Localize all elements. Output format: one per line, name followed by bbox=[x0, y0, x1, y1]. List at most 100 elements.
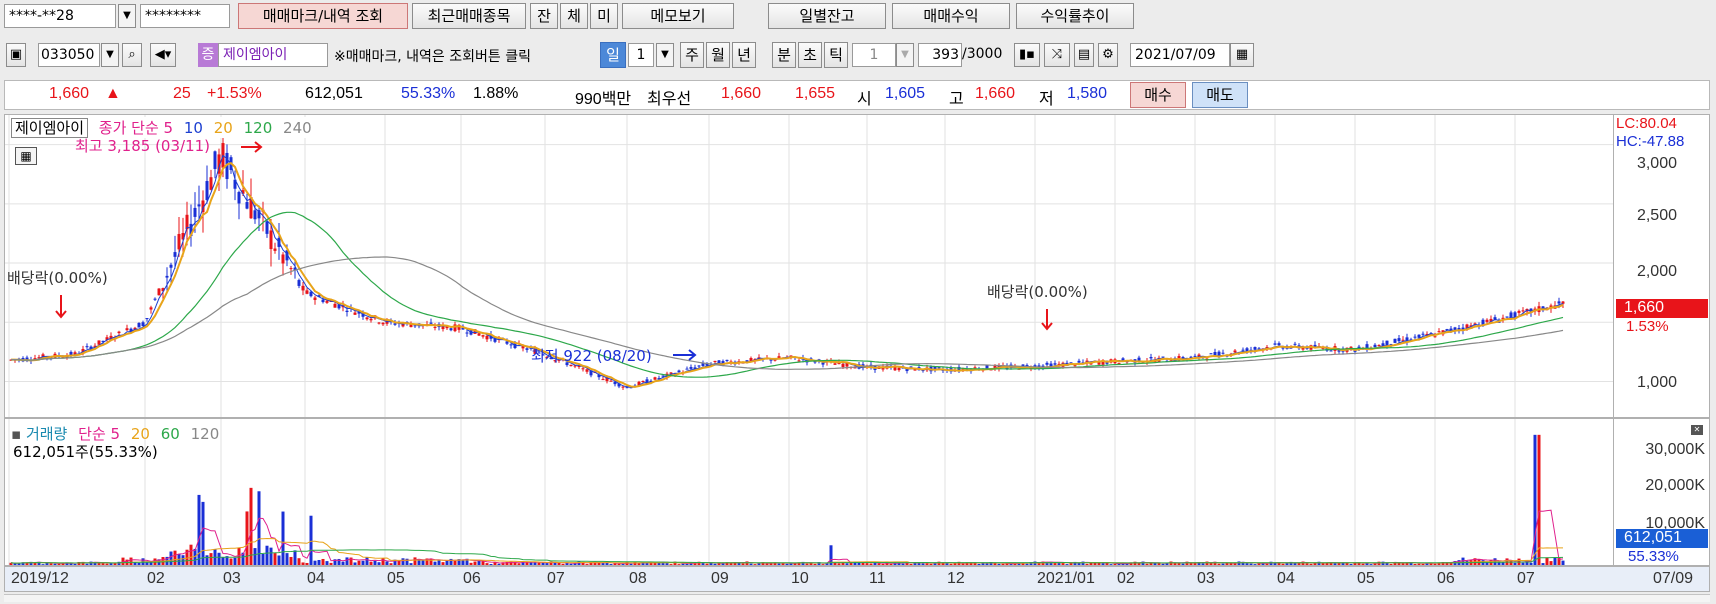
volume-bar bbox=[1305, 563, 1309, 565]
search-icon[interactable]: ⌕ bbox=[122, 43, 142, 67]
volume-bar bbox=[925, 563, 929, 565]
code-dropdown[interactable]: ▼ bbox=[101, 43, 119, 67]
low-label: 저 bbox=[1039, 91, 1054, 108]
tick-num-dropdown[interactable]: ▼ bbox=[896, 43, 914, 67]
candle-icon[interactable]: ▮▪ bbox=[1014, 43, 1040, 67]
account-dropdown[interactable]: ▼ bbox=[118, 4, 136, 28]
executed-button[interactable]: 체 bbox=[560, 3, 588, 29]
unfilled-button[interactable]: 미 bbox=[590, 3, 618, 29]
calendar-icon[interactable]: ▦ bbox=[1230, 43, 1254, 67]
recent-trades-button[interactable]: 최근매매종목 bbox=[412, 3, 526, 29]
price-candle bbox=[797, 360, 801, 362]
volume-chart[interactable] bbox=[5, 419, 1615, 565]
account-field[interactable]: ****-**28 bbox=[4, 4, 116, 28]
period-month-button[interactable]: 월 bbox=[706, 42, 730, 68]
period-day-button[interactable]: 일 bbox=[600, 42, 626, 68]
tick-num-field[interactable]: 1 bbox=[852, 43, 896, 67]
price-candle bbox=[289, 268, 293, 270]
date-field[interactable]: 2021/07/09 bbox=[1130, 43, 1230, 67]
window-icon[interactable]: ▣ bbox=[6, 43, 26, 67]
price-candle bbox=[641, 381, 645, 383]
password-field[interactable]: ******** bbox=[140, 4, 230, 28]
volume-bar bbox=[205, 555, 209, 565]
volume-bar bbox=[1401, 563, 1405, 565]
date-axis-tick: 09 bbox=[711, 570, 729, 587]
stock-name-field[interactable]: 제이엠아이 bbox=[218, 43, 328, 67]
price-chart-panel[interactable]: 3,000 2,500 2,000 1,000 LC:80.04 HC:-47.… bbox=[4, 114, 1710, 418]
price-candle bbox=[1397, 338, 1401, 342]
mark-query-button[interactable]: 매매마크/내역 조회 bbox=[238, 3, 408, 29]
price-candle bbox=[1373, 344, 1377, 348]
date-axis-tick: 05 bbox=[387, 570, 405, 587]
volume-bar bbox=[909, 563, 913, 565]
volume-bar bbox=[313, 560, 317, 565]
horizontal-scrollbar[interactable] bbox=[4, 594, 1710, 602]
volume-bar bbox=[281, 511, 285, 565]
price-candle bbox=[1273, 343, 1277, 345]
up-arrow-icon: ▲ bbox=[105, 85, 121, 102]
date-axis-tick: 03 bbox=[223, 570, 241, 587]
period-year-button[interactable]: 년 bbox=[732, 42, 756, 68]
close-icon[interactable]: ✕ bbox=[1691, 425, 1703, 435]
volume-bar bbox=[353, 562, 357, 565]
volume-axis: 30,000K 20,000K 10,000K 612,051 55.33% ✕ bbox=[1613, 419, 1709, 565]
memo-button[interactable]: 메모보기 bbox=[622, 3, 734, 29]
volume-bar bbox=[473, 561, 477, 565]
price-chart[interactable] bbox=[5, 115, 1615, 417]
price-candle bbox=[85, 346, 89, 348]
volume-bar bbox=[441, 562, 445, 565]
price-axis: 3,000 2,500 2,000 1,000 LC:80.04 HC:-47.… bbox=[1613, 115, 1709, 417]
period-tick-button[interactable]: 틱 bbox=[824, 42, 848, 68]
volume-bar bbox=[345, 557, 349, 565]
count-field[interactable]: 393 bbox=[918, 43, 962, 67]
date-axis-tick: 05 bbox=[1357, 570, 1375, 587]
volume-bar bbox=[293, 550, 297, 565]
volume-bar bbox=[181, 555, 185, 565]
volume-bar bbox=[365, 557, 369, 565]
buy-button[interactable]: 매수 bbox=[1130, 82, 1186, 108]
period-week-button[interactable]: 주 bbox=[680, 42, 704, 68]
balance-button[interactable]: 잔 bbox=[530, 3, 558, 29]
period-num-dropdown[interactable]: ▼ bbox=[656, 43, 674, 67]
volume-bar bbox=[537, 562, 541, 565]
daily-balance-button[interactable]: 일별잔고 bbox=[768, 3, 886, 29]
volume-bar bbox=[329, 562, 333, 565]
stock-code-field[interactable]: 033050 bbox=[38, 43, 100, 67]
line-tool-icon[interactable]: ⤨ bbox=[1044, 43, 1070, 67]
volume-bar bbox=[221, 557, 225, 565]
table-icon[interactable]: ▦ bbox=[15, 147, 37, 165]
current-volume-tag: 612,051 bbox=[1616, 529, 1708, 548]
price-candle bbox=[1517, 310, 1521, 313]
volume-bar bbox=[253, 548, 257, 565]
volume-bar bbox=[977, 563, 981, 565]
volume-bar bbox=[309, 515, 313, 565]
volume-bar bbox=[889, 563, 893, 565]
return-trend-button[interactable]: 수익률추이 bbox=[1016, 3, 1134, 29]
period-num-field[interactable]: 1 bbox=[628, 43, 654, 67]
volume-chart-panel[interactable]: 30,000K 20,000K 10,000K 612,051 55.33% ✕… bbox=[4, 418, 1710, 566]
volume-bar bbox=[945, 563, 949, 565]
trade-profit-button[interactable]: 매매수익 bbox=[892, 3, 1010, 29]
period-minute-button[interactable]: 분 bbox=[772, 42, 796, 68]
speaker-icon[interactable]: ◀▾ bbox=[150, 43, 176, 67]
best-price-label: 최우선 bbox=[647, 91, 692, 108]
volume-bar bbox=[597, 562, 601, 565]
period-second-button[interactable]: 초 bbox=[798, 42, 822, 68]
price-candle bbox=[1457, 328, 1461, 330]
save-icon[interactable]: ▤ bbox=[1074, 43, 1094, 67]
current-price: 1,660 bbox=[49, 85, 90, 102]
price-candle bbox=[1437, 331, 1441, 333]
price-candle bbox=[381, 322, 385, 325]
price-candle bbox=[1557, 301, 1561, 304]
price-tick: 3,000 bbox=[1636, 155, 1677, 172]
gear-icon[interactable]: ⚙ bbox=[1098, 43, 1118, 67]
sell-button[interactable]: 매도 bbox=[1192, 82, 1248, 108]
price-candle bbox=[677, 370, 681, 373]
date-axis-tick: 08 bbox=[629, 570, 647, 587]
volume-bar bbox=[149, 562, 153, 565]
volume-bar bbox=[805, 563, 809, 565]
date-axis[interactable]: 07/09 2019/12 02 03 04 05 06 07 08 09 10 11 12 2021/… bbox=[4, 566, 1710, 592]
annot-high: 최고 3,185 (03/11) bbox=[75, 137, 211, 155]
market-badge: 증 bbox=[198, 43, 218, 67]
price-candle bbox=[1521, 310, 1525, 312]
